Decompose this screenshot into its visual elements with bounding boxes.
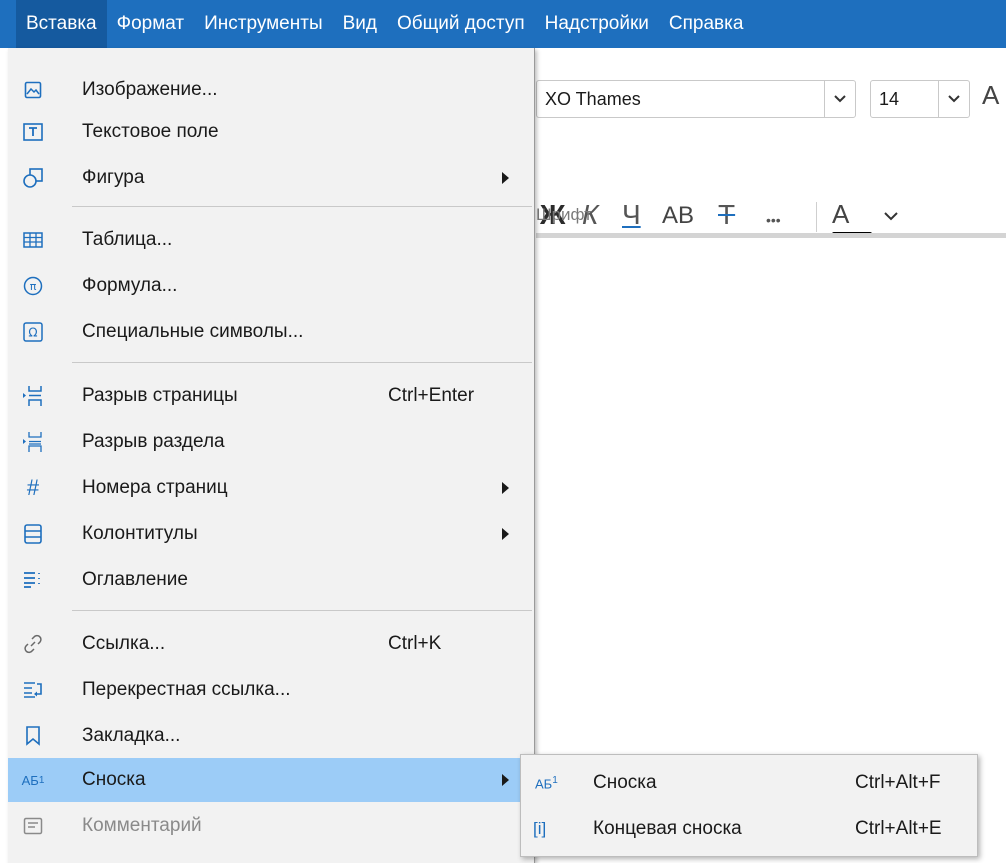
toc-icon <box>22 569 44 591</box>
footnote-icon: АБ1 <box>535 774 558 792</box>
menu-item-label: Изображение... <box>82 79 218 100</box>
svg-text:Ω: Ω <box>28 326 37 340</box>
submenu-item-shortcut: Ctrl+Alt+E <box>855 818 942 839</box>
menu-item-label: Перекрестная ссылка... <box>82 679 291 700</box>
ribbon-divider <box>536 233 1006 238</box>
submenu-arrow-icon <box>502 482 509 494</box>
font-size-value: 14 <box>879 88 900 109</box>
font-section-label: Шрифт <box>536 205 592 224</box>
menu-item-shape[interactable]: Фигура <box>8 156 534 200</box>
footnote-submenu: АБ1 Сноска Ctrl+Alt+F [i] Концевая сноск… <box>520 754 978 857</box>
menu-item-image[interactable]: Изображение... <box>8 68 534 112</box>
menu-item-headers-footers[interactable]: Колонтитулы <box>8 512 534 556</box>
svg-text:π: π <box>30 280 37 293</box>
page-break-icon <box>22 385 44 407</box>
menu-item-label: Оглавление <box>82 569 188 590</box>
submenu-item-label: Сноска <box>593 772 657 793</box>
menu-separator <box>72 610 532 611</box>
submenu-item-shortcut: Ctrl+Alt+F <box>855 772 941 793</box>
underline-button[interactable]: Ч <box>622 199 641 231</box>
menu-item-shortcut: Ctrl+K <box>388 633 442 654</box>
menu-item-text-box[interactable]: Текстовое поле <box>8 110 534 154</box>
menu-item-section-break[interactable]: Разрыв раздела <box>8 420 534 464</box>
menu-tools[interactable]: Инструменты <box>194 0 332 48</box>
hash-icon: # <box>26 475 40 500</box>
menu-item-label: Таблица... <box>82 229 173 250</box>
menu-item-label: Закладка... <box>82 725 181 746</box>
footnote-icon-text: АБ <box>535 776 553 792</box>
strikethrough-button[interactable]: Т <box>718 199 735 231</box>
insert-menu: Изображение... Текстовое поле Фигура Таб… <box>8 48 535 863</box>
menu-item-label: Специальные символы... <box>82 321 304 342</box>
menu-item-label: Разрыв страницы <box>82 385 238 406</box>
link-icon <box>22 633 44 655</box>
menu-item-page-break[interactable]: Разрыв страницы Ctrl+Enter <box>8 374 534 418</box>
menu-item-page-numbers[interactable]: # Номера страниц <box>8 466 534 510</box>
menu-item-label: Номера страниц <box>82 477 228 498</box>
menu-item-label: Разрыв раздела <box>82 431 225 452</box>
footnote-icon: АБ1 <box>21 772 45 788</box>
menu-item-label: Ссылка... <box>82 633 166 654</box>
font-color-button[interactable]: А <box>832 199 849 230</box>
submenu-item-endnote[interactable]: [i] Концевая сноска Ctrl+Alt+E <box>521 807 977 851</box>
font-size-select[interactable]: 14 <box>870 80 970 118</box>
menu-format[interactable]: Формат <box>107 0 195 48</box>
submenu-item-label: Концевая сноска <box>593 818 742 839</box>
chevron-down-icon[interactable] <box>824 81 855 117</box>
menu-item-shortcut: Ctrl+Enter <box>388 385 475 406</box>
pi-icon: π <box>22 275 44 297</box>
endnote-icon: [i] <box>533 819 547 838</box>
menu-item-cross-reference[interactable]: Перекрестная ссылка... <box>8 668 534 712</box>
menu-item-special-characters[interactable]: Ω Специальные символы... <box>8 310 534 354</box>
chevron-down-icon[interactable] <box>938 81 969 117</box>
menu-item-label: Колонтитулы <box>82 523 198 544</box>
menu-item-label: Текстовое поле <box>82 121 219 142</box>
font-name-value: XO Thames <box>545 88 641 109</box>
font-name-select[interactable]: XO Thames <box>536 80 856 118</box>
menu-item-link[interactable]: Ссылка... Ctrl+K <box>8 622 534 666</box>
menu-item-label: Сноска <box>82 769 146 790</box>
menu-item-label: Фигура <box>82 167 145 188</box>
section-break-icon <box>22 431 44 453</box>
font-grow-icon[interactable]: A <box>982 80 999 111</box>
menu-item-table[interactable]: Таблица... <box>8 218 534 262</box>
menu-separator <box>72 206 532 207</box>
menu-separator <box>72 362 532 363</box>
omega-icon: Ω <box>22 321 44 343</box>
submenu-arrow-icon <box>502 774 509 786</box>
submenu-item-footnote[interactable]: АБ1 Сноска Ctrl+Alt+F <box>521 761 977 805</box>
formatting-toolbar: XO Thames 14 A Ж К Ч АВ Т ••• А <box>536 56 1006 238</box>
shape-icon <box>22 167 44 189</box>
cross-reference-icon <box>22 679 44 701</box>
toolbar-divider <box>816 202 817 232</box>
chevron-down-icon[interactable] <box>884 206 898 228</box>
text-box-icon <box>22 121 44 143</box>
comment-icon <box>22 815 44 837</box>
image-icon <box>22 79 44 101</box>
menu-item-bookmark[interactable]: Закладка... <box>8 714 534 758</box>
header-footer-icon <box>22 523 44 545</box>
menu-view[interactable]: Вид <box>333 0 387 48</box>
submenu-arrow-icon <box>502 172 509 184</box>
menu-addons[interactable]: Надстройки <box>535 0 659 48</box>
bookmark-icon <box>22 725 44 747</box>
menu-item-comment: Комментарий <box>8 804 534 848</box>
menu-item-formula[interactable]: π Формула... <box>8 264 534 308</box>
change-case-button[interactable]: АВ <box>662 202 694 230</box>
menu-help[interactable]: Справка <box>659 0 754 48</box>
menu-item-label: Комментарий <box>82 815 202 836</box>
menu-item-label: Формула... <box>82 275 178 296</box>
menu-sharing[interactable]: Общий доступ <box>387 0 535 48</box>
table-icon <box>22 229 44 251</box>
menu-bar: Вставка Формат Инструменты Вид Общий дос… <box>0 0 1006 48</box>
menu-item-table-of-contents[interactable]: Оглавление <box>8 558 534 602</box>
more-button[interactable]: ••• <box>766 212 781 228</box>
menu-item-footnote[interactable]: АБ 1 Сноска <box>8 758 534 802</box>
menu-insert[interactable]: Вставка <box>16 0 107 48</box>
submenu-arrow-icon <box>502 528 509 540</box>
